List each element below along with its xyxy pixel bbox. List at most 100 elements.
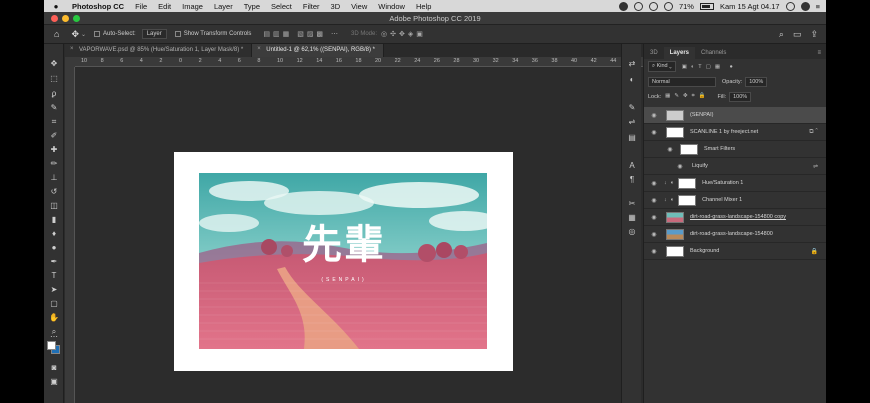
menu-file[interactable]: File (135, 2, 147, 11)
tool-preset-chevron-icon[interactable]: ⌄ (81, 31, 86, 38)
workspace-icon[interactable]: ▭ (793, 29, 802, 40)
tab-3d[interactable]: 3D (644, 47, 664, 59)
visibility-eye-icon[interactable]: ◉ (648, 214, 660, 221)
document-canvas[interactable]: 先輩 (SENPAI) (174, 152, 513, 371)
filter-type-icons[interactable]: ▣◐T▢▦ ● (682, 64, 737, 70)
visibility-eye-icon[interactable]: ◉ (674, 163, 686, 170)
home-icon[interactable]: ⌂ (54, 29, 59, 39)
filter-kind-dropdown[interactable]: ⌕ Kind ⌄ (648, 61, 676, 72)
record-icon[interactable] (618, 1, 628, 11)
notification-center-icon[interactable]: ≡ (816, 2, 820, 11)
libraries-panel-icon[interactable]: ▤ (626, 132, 638, 143)
quick-mask-icon[interactable]: ◙ (48, 362, 60, 373)
search-icon[interactable]: ⌕ (779, 29, 784, 40)
type-tool-icon[interactable]: T (48, 270, 60, 281)
layer-landscape-copy[interactable]: ◉ dirt-road-grass-landscape-154800 copy (644, 209, 826, 226)
clone-stamp-tool-icon[interactable]: ⊥ (48, 172, 60, 183)
apple-icon[interactable]: ● (50, 2, 62, 11)
screen-mode-icon[interactable]: ▣ (48, 376, 60, 387)
move-tool-icon[interactable]: ✥ (71, 29, 79, 40)
history-brush-tool-icon[interactable]: ↺ (48, 186, 60, 197)
tab-untitled-1[interactable]: × Untitled-1 @ 62,1% ((SENPAI), RGB/8) * (252, 44, 384, 57)
dodge-tool-icon[interactable]: ● (48, 242, 60, 253)
layer-liquify[interactable]: ◉ Liquify ⇌ (644, 158, 826, 175)
layer-senpai[interactable]: ◉ (SENPAI) (644, 107, 826, 124)
opacity-input[interactable]: 100% (745, 76, 768, 87)
visibility-eye-icon[interactable]: ◉ (648, 112, 660, 119)
lasso-tool-icon[interactable]: ϼ (48, 88, 60, 99)
layer-smart-filters[interactable]: ◉ Smart Filters (644, 141, 826, 158)
tab-channels[interactable]: Channels (695, 47, 732, 59)
eyedropper-tool-icon[interactable]: ✐ (48, 130, 60, 141)
filter-options-icon[interactable]: ⇌ (813, 163, 818, 170)
foreground-color-swatch[interactable] (47, 341, 56, 350)
quick-select-tool-icon[interactable]: ✎ (48, 102, 60, 113)
paragraph-panel-icon[interactable]: ¶ (626, 174, 638, 185)
blur-tool-icon[interactable]: ♦ (48, 228, 60, 239)
close-tab-icon[interactable]: × (70, 46, 74, 52)
brush-tool-icon[interactable]: ✏ (48, 158, 60, 169)
visibility-eye-icon[interactable]: ◉ (648, 248, 660, 255)
menu-window[interactable]: Window (378, 2, 405, 11)
horizontal-ruler[interactable]: 10 8 6 4 2 0 2 4 6 8 10 12 14 16 18 20 22 24 26 28 30 32 34 36 3… (75, 57, 645, 67)
pen-tool-icon[interactable]: ✒ (48, 256, 60, 267)
tab-layers[interactable]: Layers (663, 47, 696, 59)
menu-image[interactable]: Image (182, 2, 203, 11)
vertical-ruler[interactable] (65, 67, 75, 403)
clock[interactable]: Kam 15 Agt 04.17 (720, 2, 780, 11)
crop-tool-icon[interactable]: ⌗ (48, 116, 60, 127)
tools-presets-icon[interactable]: ✂ (626, 198, 638, 209)
menu-view[interactable]: View (351, 2, 367, 11)
adjustments-panel-icon[interactable]: ⇌ (626, 116, 638, 127)
blend-mode-dropdown[interactable]: Normal (648, 76, 716, 87)
move-tool-icon[interactable]: ✥ (48, 58, 60, 69)
visibility-eye-icon[interactable]: ◉ (664, 146, 676, 153)
canvas-area[interactable]: 先輩 (SENPAI) (75, 68, 645, 403)
character-panel-icon[interactable]: A (626, 160, 638, 171)
visibility-eye-icon[interactable]: ◉ (648, 180, 660, 187)
show-transform-checkbox[interactable] (174, 31, 181, 37)
rectangle-tool-icon[interactable]: ▢ (48, 298, 60, 309)
battery-icon[interactable] (699, 2, 714, 10)
more-tools-icon[interactable]: ⋯ (48, 333, 60, 341)
menu-type[interactable]: Type (244, 2, 260, 11)
menu-help[interactable]: Help (416, 2, 431, 11)
menu-layer[interactable]: Layer (214, 2, 233, 11)
lock-icons[interactable]: ▦✎✥⌗🔒 (665, 93, 709, 100)
marquee-tool-icon[interactable]: ⬚ (48, 73, 60, 84)
path-select-tool-icon[interactable]: ➤ (48, 284, 60, 295)
ruler-origin[interactable] (65, 57, 75, 67)
paths-panel-icon[interactable]: ◎ (626, 226, 638, 237)
fill-input[interactable]: 100% (729, 91, 752, 102)
share-icon[interactable]: ⇪ (810, 29, 818, 40)
close-tab-icon[interactable]: × (257, 46, 261, 52)
eraser-tool-icon[interactable]: ◫ (48, 200, 60, 211)
auto-select-checkbox[interactable] (94, 31, 101, 37)
menu-filter[interactable]: Filter (303, 2, 320, 11)
visibility-eye-icon[interactable]: ◉ (648, 231, 660, 238)
visibility-eye-icon[interactable]: ◉ (648, 197, 660, 204)
gradient-tool-icon[interactable]: ▮ (48, 214, 60, 225)
3d-mode-icons[interactable]: ◎✣✥◈▣ (381, 30, 426, 38)
sync-icon[interactable] (633, 1, 643, 11)
healing-brush-tool-icon[interactable]: ✚ (48, 144, 60, 155)
layer-background[interactable]: ◉ Background 🔒 (644, 243, 826, 260)
layer-scanline[interactable]: ◉ SCANLINE 1 by freeject.net ⧉ ⌃ (644, 124, 826, 141)
layer-landscape[interactable]: ◉ dirt-road-grass-landscape-154800 (644, 226, 826, 243)
user-icon[interactable] (800, 1, 810, 11)
history-panel-icon[interactable]: ⇄ (626, 58, 638, 69)
spotlight-icon[interactable] (785, 1, 795, 11)
menu-app-name[interactable]: Photoshop CC (72, 2, 124, 11)
brushes-panel-icon[interactable]: ✎ (626, 102, 638, 113)
properties-panel-icon[interactable]: ◐ (626, 74, 638, 85)
bluetooth-icon[interactable] (648, 1, 658, 11)
artwork-image[interactable]: 先輩 (SENPAI) (199, 173, 487, 349)
wifi-icon[interactable] (663, 1, 673, 11)
menu-3d[interactable]: 3D (331, 2, 341, 11)
menu-edit[interactable]: Edit (158, 2, 171, 11)
hand-tool-icon[interactable]: ✋ (48, 312, 60, 323)
visibility-eye-icon[interactable]: ◉ (648, 129, 660, 136)
layer-channel-mixer[interactable]: ◉ ↓ ◐ Channel Mixer 1 (644, 192, 826, 209)
layer-hue-saturation[interactable]: ◉ ↓ ◐ Hue/Saturation 1 (644, 175, 826, 192)
align-buttons[interactable]: ▤▥▦ ▧▨▩ ⋯ (263, 30, 341, 38)
